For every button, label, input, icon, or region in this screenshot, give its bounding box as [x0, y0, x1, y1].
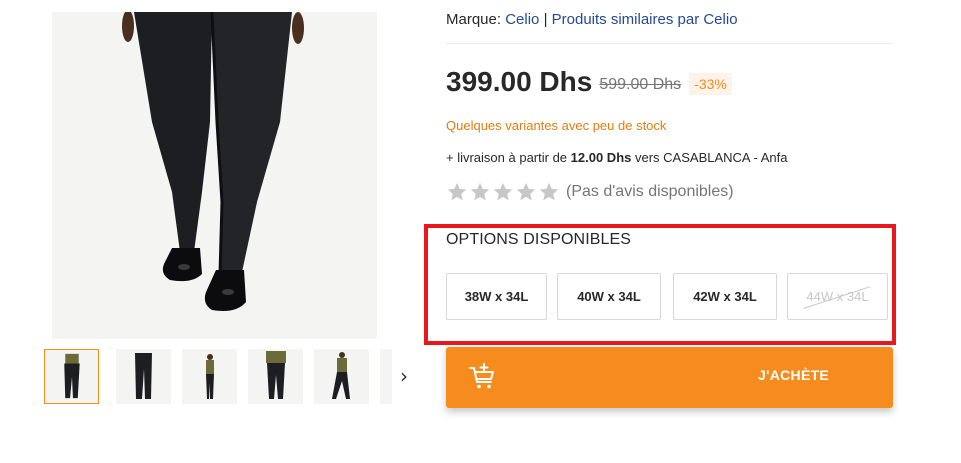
price-row: 399.00 Dhs 599.00 Dhs -33% [446, 62, 732, 102]
option-38w-34l[interactable]: 38W x 34L [446, 273, 547, 320]
delivery-info: + livraison à partir de 12.00 Dhs vers C… [446, 150, 787, 165]
main-product-image[interactable] [52, 12, 377, 339]
discount-badge: -33% [689, 73, 732, 95]
option-40w-34l[interactable]: 40W x 34L [557, 273, 661, 320]
chevron-right-icon[interactable]: › [392, 362, 416, 390]
thumbnail-4[interactable] [248, 349, 303, 404]
brand-line: Marque: Celio | Produits similaires par … [446, 11, 738, 28]
divider [446, 43, 893, 44]
rating[interactable]: (Pas d'avis disponibles) [446, 179, 734, 205]
thumbnail-3[interactable] [182, 349, 237, 404]
option-label: 44W x 34L [806, 274, 868, 319]
buy-button-label: J'ACHÈTE [758, 367, 830, 383]
add-to-cart-icon [469, 363, 494, 389]
delivery-prefix: + livraison à partir de [446, 150, 568, 165]
option-44w-34l: 44W x 34L [787, 273, 888, 320]
buy-button[interactable]: J'ACHÈTE [446, 347, 893, 408]
old-price: 599.00 Dhs [599, 76, 682, 93]
thumbnail-6[interactable] [380, 349, 392, 404]
stock-warning: Quelques variantes avec peu de stock [446, 118, 667, 133]
star-icon [516, 182, 536, 201]
option-label: 38W x 34L [464, 289, 529, 304]
rating-label: (Pas d'avis disponibles) [566, 183, 734, 200]
option-42w-34l[interactable]: 42W x 34L [673, 273, 777, 320]
delivery-location: CASABLANCA - Anfa [663, 150, 788, 165]
thumbnail-2[interactable] [116, 349, 171, 404]
similar-products-link[interactable]: Produits similaires par Celio [552, 11, 738, 28]
brand-link[interactable]: Celio [505, 11, 539, 28]
delivery-middle: vers [634, 150, 660, 165]
thumbnail-1[interactable] [44, 349, 99, 404]
current-price: 399.00 Dhs [446, 66, 593, 97]
option-label: 42W x 34L [693, 289, 757, 304]
option-label: 40W x 34L [577, 289, 641, 304]
thumbnail-5[interactable] [314, 349, 369, 404]
delivery-amount: 12.00 Dhs [570, 150, 632, 165]
star-icon [447, 182, 467, 201]
star-icon [470, 182, 490, 201]
options-title: OPTIONS DISPONIBLES [446, 231, 632, 248]
brand-separator: | [543, 11, 548, 28]
brand-label: Marque: [446, 11, 502, 28]
star-icon [493, 182, 513, 201]
star-icon [539, 182, 559, 201]
